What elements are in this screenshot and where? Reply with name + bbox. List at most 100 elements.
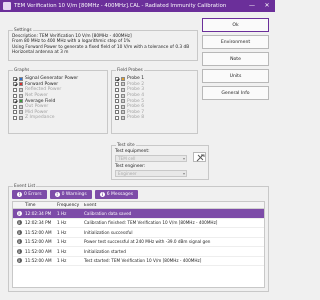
ok-button[interactable]: Ok [202,18,269,32]
app-icon [3,2,11,10]
event-time: 11:52:00 AM [25,258,52,264]
color-swatch [19,93,23,98]
environment-button[interactable]: Environment [202,35,269,49]
units-button[interactable]: Units [202,69,269,83]
event-text: Calibration finished: TEM Verification 1… [84,220,218,226]
table-row[interactable]: i 12:02:34 PM 1 Hz Calibration finished: TE… [13,219,264,228]
graph-checkbox [13,87,17,92]
probe-label: Probe 1 [127,76,145,82]
event-table[interactable]: Time Frequency Event i 12:02:34 PM 1 Hz Cal… [12,201,265,288]
color-swatch [121,104,125,109]
general-info-button[interactable]: General Info [202,86,269,100]
probe-label: Probe 3 [127,87,145,93]
error-icon: ! [17,192,22,197]
graph-checkbox [13,115,17,120]
info-icon: i [16,229,22,235]
probe-checkbox [115,110,119,115]
probe-label: Probe 6 [127,104,145,110]
graph-checkbox [13,104,17,109]
test-engineer-value: Engineer [118,171,137,176]
test-engineer-label: Test engineer: [115,164,146,169]
event-frequency: 1 Hz [57,229,67,235]
errors-tab[interactable]: ! 0 Errors [12,190,47,199]
probe-checkbox [115,82,119,87]
graph-label: Reflected Power [25,87,62,93]
test-engineer-select[interactable]: Engineer ▾ [115,170,187,177]
probe-checkbox [115,104,119,109]
test-equipment-select[interactable]: TEM cell ▾ [115,155,187,162]
graph-item: Z Impedance [13,115,78,121]
messages-tab[interactable]: i 6 Messages [94,190,139,199]
event-filter-tabs: ! 0 Errors ! 0 Warnings i 6 Messages [12,190,139,199]
color-swatch [19,99,23,104]
probe-label: Probe 4 [127,93,145,99]
table-row[interactable]: i 11:52:00 AM 1 Hz Power test successful at… [13,238,264,247]
event-time: 12:02:34 PM [25,210,52,216]
event-text: Initialization started [84,248,126,254]
event-time: 11:52:00 AM [25,248,52,254]
table-row[interactable]: i 11:52:00 AM 1 Hz Initialization successfu… [13,228,264,238]
info-icon: i [16,258,22,264]
graphs-legend: Graphs [13,68,31,73]
color-swatch [19,104,23,109]
event-time: 11:52:00 AM [25,229,52,235]
event-time: 11:52:00 AM [25,239,52,245]
graph-label: Average Field [25,98,56,104]
table-row[interactable]: i 11:52:00 AM 1 Hz Initialization started [13,247,264,257]
time-column-header[interactable]: Time [25,203,57,208]
probe-item: Probe 8 [115,115,144,121]
graph-checkbox [13,110,17,115]
color-swatch [19,110,23,115]
color-swatch [19,76,23,81]
errors-tab-label: 0 Errors [24,192,42,197]
probe-checkbox [115,93,119,98]
test-site-group: Test site Test equipment: TEM cell ▾ Tes… [111,143,209,180]
table-row[interactable]: i 12:02:34 PM 1 Hz Calibration data saved [13,209,264,219]
chevron-down-icon: ▾ [182,156,185,161]
frequency-column-header[interactable]: Frequency [57,203,84,208]
graph-checkbox[interactable] [13,82,17,87]
event-column-header[interactable]: Event [84,203,264,208]
settings-legend: Settings [13,28,33,33]
warnings-tab[interactable]: ! 0 Warnings [49,190,92,199]
graph-checkbox [13,93,17,98]
info-icon: i [16,210,22,216]
title-bar: TEM Verification 10 V/m [80MHz - 400MHz]… [0,0,275,12]
color-swatch [19,115,23,120]
graph-label: Out Power [25,104,49,110]
field-probes-legend: Field Probes [116,68,144,73]
event-frequency: 1 Hz [57,239,67,245]
note-button[interactable]: Note [202,52,269,66]
probe-checkbox[interactable] [115,76,119,81]
color-swatch [19,82,23,87]
event-frequency: 1 Hz [57,258,67,264]
color-swatch [121,82,125,87]
graph-item[interactable]: Signal Generator Power [13,76,78,82]
probe-label: Probe 5 [127,98,145,104]
graph-label: Z Impedance [25,115,55,121]
test-equipment-value: TEM cell [118,156,136,161]
close-button[interactable]: ✕ [259,0,275,12]
color-swatch [121,115,125,120]
graph-checkbox[interactable] [13,76,17,81]
table-row[interactable]: i 11:52:00 AM 1 Hz Test started: TEM Verifi… [13,257,264,266]
event-text: Power test successful at 240 MHz with -3… [84,239,211,245]
test-site-legend: Test site [116,143,136,148]
color-swatch [121,87,125,92]
field-probes-group: Field Probes Probe 1 Probe 2 Probe 3 Probe … [111,68,198,134]
probe-checkbox [115,115,119,120]
event-frequency: 1 Hz [57,220,67,226]
event-frequency: 1 Hz [57,248,67,254]
color-swatch [121,76,125,81]
probe-label: Probe 8 [127,115,145,121]
settings-edit-button[interactable] [193,152,206,162]
probe-checkbox [115,99,119,104]
event-text: Calibration data saved [84,210,132,216]
tools-icon [196,154,205,162]
color-swatch [121,110,125,115]
event-frequency: 1 Hz [57,210,67,216]
graph-checkbox[interactable] [13,99,17,104]
info-icon: i [99,192,105,197]
minimize-button[interactable]: — [245,0,259,12]
event-text: Test started: TEM Verification 10 V/m [8… [84,258,202,264]
